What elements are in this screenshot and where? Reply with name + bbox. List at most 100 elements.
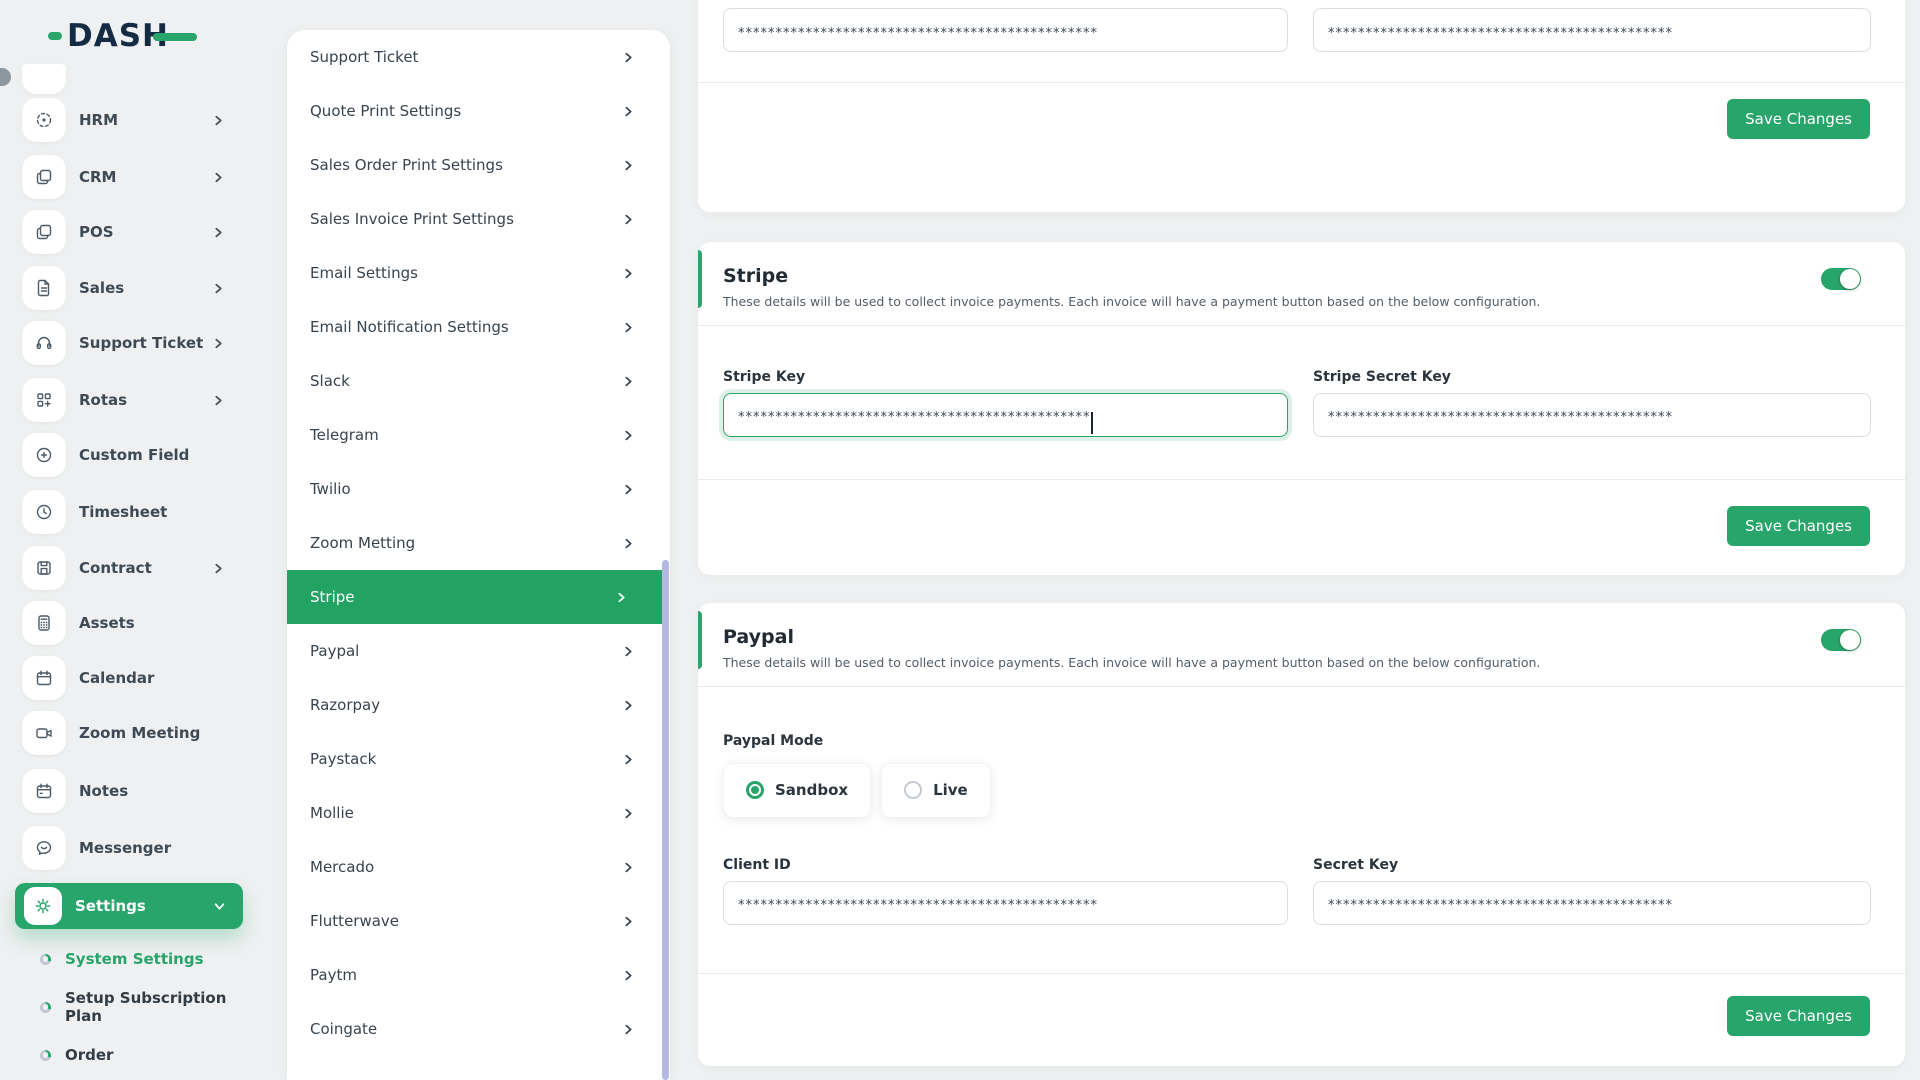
sidebar-item-zoom-meeting[interactable]: Zoom Meeting <box>0 711 250 755</box>
settings-menu-item-sales-order-print-settings[interactable]: Sales Order Print Settings <box>287 138 670 192</box>
zoom-api-secret-input[interactable] <box>1313 8 1871 52</box>
chevron-right-icon <box>623 106 634 117</box>
stripe-card-header: Stripe These details will be used to col… <box>698 242 1905 326</box>
paypal-mode-option-label: Live <box>933 781 968 800</box>
paypal-enabled-toggle[interactable] <box>1821 629 1861 651</box>
settings-menu-item-quote-print-settings[interactable]: Quote Print Settings <box>287 84 670 138</box>
document-icon <box>22 266 66 310</box>
chevron-right-icon <box>213 227 224 238</box>
radio-checked-icon[interactable] <box>746 781 764 800</box>
sidebar-subitem-label: Order <box>65 1046 114 1064</box>
chevron-right-icon <box>623 862 634 873</box>
stripe-key-input[interactable] <box>723 392 1288 437</box>
chevron-right-icon <box>623 538 634 549</box>
save-changes-button[interactable]: Save Changes <box>1727 995 1870 1036</box>
settings-menu-item-stripe[interactable]: Stripe <box>287 570 663 624</box>
sidebar-item-label: Timesheet <box>79 503 168 521</box>
sidebar-item-pos[interactable]: POS <box>0 210 250 254</box>
settings-menu-item-slack[interactable]: Slack <box>287 354 670 408</box>
settings-menu-item-paypal[interactable]: Paypal <box>287 624 670 678</box>
sidebar-item-partial[interactable] <box>22 64 66 94</box>
chevron-right-icon <box>623 700 634 711</box>
settings-menu-item-email-settings[interactable]: Email Settings <box>287 246 670 300</box>
sidebar-subitem-label: Setup Subscription Plan <box>65 989 227 1025</box>
sidebar-item-sales[interactable]: Sales <box>0 266 250 310</box>
chevron-right-icon <box>623 52 634 63</box>
settings-menu-item-label: Email Notification Settings <box>310 318 509 336</box>
settings-menu-item-label: Stripe <box>310 588 355 606</box>
settings-menu-item-razorpay[interactable]: Razorpay <box>287 678 670 732</box>
sidebar-item-notes[interactable]: Notes <box>0 769 250 813</box>
sidebar-item-label: Assets <box>79 614 135 632</box>
stripe-settings-card: Stripe These details will be used to col… <box>698 242 1905 575</box>
sidebar-item-label: Support Ticket <box>79 334 204 352</box>
sidebar-item-label: Contract <box>79 559 152 577</box>
app-logo[interactable]: DASH <box>48 14 197 58</box>
sidebar-item-label: Custom Field <box>79 446 190 464</box>
sidebar-item-custom-field[interactable]: Custom Field <box>0 433 250 477</box>
sidebar-item-hrm[interactable]: HRM <box>0 98 250 142</box>
save-changes-button[interactable]: Save Changes <box>1727 99 1870 139</box>
sidebar-item-label: Calendar <box>79 669 155 687</box>
stripe-description: These details will be used to collect in… <box>723 293 1541 309</box>
settings-menu-item-twilio[interactable]: Twilio <box>287 462 670 516</box>
panel-scrollbar-thumb[interactable] <box>662 560 669 1080</box>
paypal-mode-live-option[interactable]: Live <box>881 762 991 818</box>
settings-menu-item-mercado[interactable]: Mercado <box>287 840 670 894</box>
chevron-right-icon <box>623 322 634 333</box>
sidebar-item-crm[interactable]: CRM <box>0 155 250 199</box>
sidebar-item-contract[interactable]: Contract <box>0 546 250 590</box>
sidebar-item-label: CRM <box>79 168 117 186</box>
sidebar-item-support-ticket[interactable]: Support Ticket <box>0 321 250 365</box>
sidebar-item-label: HRM <box>79 111 119 129</box>
sidebar-item-calendar[interactable]: Calendar <box>0 656 250 700</box>
calendar-icon <box>22 656 66 700</box>
sidebar-item-label: Sales <box>79 279 125 297</box>
settings-menu-item-paytm[interactable]: Paytm <box>287 948 670 1002</box>
zoom-api-key-input[interactable] <box>723 8 1288 52</box>
settings-menu-item-label: Paytm <box>310 966 357 984</box>
settings-menu-item-sales-invoice-print-settings[interactable]: Sales Invoice Print Settings <box>287 192 670 246</box>
paypal-settings-card: Paypal These details will be used to col… <box>698 603 1905 1066</box>
sidebar-subitem-label: System Settings <box>65 950 204 968</box>
plus-circle-icon <box>22 433 66 477</box>
sidebar-item-label: Messenger <box>79 839 172 857</box>
settings-menu-item-paystack[interactable]: Paystack <box>287 732 670 786</box>
settings-menu-item-telegram[interactable]: Telegram <box>287 408 670 462</box>
logo-bar-icon <box>153 33 197 41</box>
settings-menu-item-support-ticket[interactable]: Support Ticket <box>287 30 670 84</box>
settings-menu-item-zoom-metting[interactable]: Zoom Metting <box>287 516 670 570</box>
radio-unchecked-icon[interactable] <box>904 781 923 800</box>
settings-menu-item-mollie[interactable]: Mollie <box>287 786 670 840</box>
chevron-right-icon <box>623 430 634 441</box>
zoom-settings-card: Zoom API Key Zoom API Secret Save Change… <box>698 0 1905 212</box>
settings-menu-item-label: Email Settings <box>310 264 418 282</box>
stripe-secret-key-input[interactable] <box>1313 392 1871 437</box>
sidebar-subitem-setup-subscription-plan[interactable]: Setup Subscription Plan <box>0 989 250 1025</box>
settings-menu-item-label: Razorpay <box>310 696 381 714</box>
settings-menu-item-flutterwave[interactable]: Flutterwave <box>287 894 670 948</box>
paypal-mode-label: Paypal Mode <box>723 732 824 749</box>
sidebar-item-messenger[interactable]: Messenger <box>0 826 250 870</box>
sidebar-item-timesheet[interactable]: Timesheet <box>0 490 250 534</box>
sidebar-subitem-system-settings[interactable]: System Settings <box>0 946 250 972</box>
paypal-client-id-input[interactable] <box>723 880 1288 925</box>
sidebar-scrollbar-thumb[interactable] <box>0 68 11 86</box>
settings-menu-item-skrill[interactable]: Skrill <box>287 1064 670 1080</box>
chevron-right-icon <box>213 172 224 183</box>
sidebar-subitem-order[interactable]: Order <box>0 1042 250 1068</box>
chevron-right-icon <box>623 1024 634 1035</box>
sidebar-item-rotas[interactable]: Rotas <box>0 378 250 422</box>
settings-menu-item-email-notification-settings[interactable]: Email Notification Settings <box>287 300 670 354</box>
paypal-secret-key-input[interactable] <box>1313 880 1871 925</box>
settings-menu-item-label: Paystack <box>310 750 377 768</box>
bullet-icon <box>40 953 51 965</box>
stripe-enabled-toggle[interactable] <box>1821 268 1861 290</box>
sidebar-item-settings[interactable]: Settings <box>15 883 243 929</box>
settings-menu-item-label: Support Ticket <box>310 48 419 66</box>
paypal-mode-sandbox-option[interactable]: Sandbox <box>723 762 872 818</box>
save-changes-button[interactable]: Save Changes <box>1727 505 1870 546</box>
settings-menu-item-coingate[interactable]: Coingate <box>287 1002 670 1056</box>
paypal-mode-option-label: Sandbox <box>775 781 849 800</box>
sidebar-item-assets[interactable]: Assets <box>0 601 250 645</box>
